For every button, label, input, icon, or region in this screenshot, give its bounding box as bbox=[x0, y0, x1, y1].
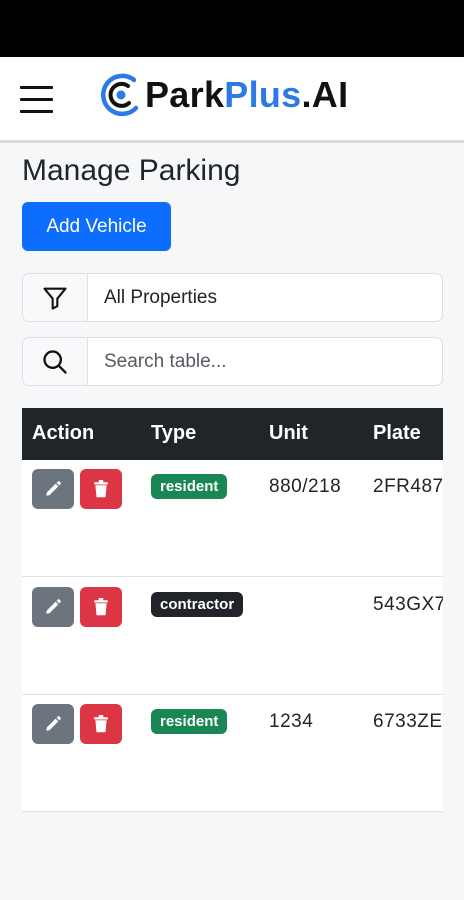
table-row: resident 1234 6733ZE bbox=[22, 695, 443, 812]
type-badge: resident bbox=[151, 474, 228, 499]
pencil-icon bbox=[46, 716, 61, 731]
plate-cell: 2FR487 bbox=[373, 476, 443, 497]
unit-cell: 1234 bbox=[269, 711, 314, 732]
brand-logo[interactable]: ParkPlus.AI bbox=[100, 70, 348, 120]
delete-button[interactable] bbox=[80, 704, 122, 744]
edit-button[interactable] bbox=[32, 704, 74, 744]
add-vehicle-button[interactable]: Add Vehicle bbox=[22, 202, 171, 251]
property-filter[interactable]: All Properties bbox=[22, 273, 443, 322]
type-badge: contractor bbox=[151, 592, 244, 617]
plate-cell: 543GX7 bbox=[373, 594, 443, 615]
status-bar bbox=[0, 0, 464, 57]
search-icon bbox=[23, 338, 88, 385]
brand-plus: Plus bbox=[224, 74, 302, 115]
delete-button[interactable] bbox=[80, 587, 122, 627]
trash-icon bbox=[94, 480, 108, 498]
unit-cell: 880/218 bbox=[269, 476, 342, 497]
pencil-icon bbox=[46, 481, 61, 496]
filter-funnel-icon bbox=[23, 274, 88, 321]
brand-park: Park bbox=[145, 74, 225, 115]
column-header-action[interactable]: Action bbox=[32, 422, 94, 445]
trash-icon bbox=[94, 715, 108, 733]
table-header: Action Type Unit Plate bbox=[22, 408, 443, 460]
hamburger-menu-icon[interactable] bbox=[20, 84, 53, 115]
column-header-unit[interactable]: Unit bbox=[269, 422, 308, 445]
plate-cell: 6733ZE bbox=[373, 711, 443, 732]
edit-button[interactable] bbox=[32, 587, 74, 627]
search-input[interactable] bbox=[88, 338, 442, 385]
type-badge: resident bbox=[151, 709, 228, 734]
brand-ai: .AI bbox=[301, 74, 349, 115]
edit-button[interactable] bbox=[32, 469, 74, 509]
table-row: contractor 543GX7 bbox=[22, 578, 443, 695]
brand-name: ParkPlus.AI bbox=[145, 74, 348, 116]
vehicles-table: Action Type Unit Plate resident 880/218 … bbox=[22, 408, 443, 812]
column-header-type[interactable]: Type bbox=[151, 422, 196, 445]
page-title: Manage Parking bbox=[22, 154, 241, 187]
table-row: resident 880/218 2FR487 bbox=[22, 460, 443, 577]
delete-button[interactable] bbox=[80, 469, 122, 509]
trash-icon bbox=[94, 598, 108, 616]
pencil-icon bbox=[46, 599, 61, 614]
navbar: ParkPlus.AI bbox=[0, 57, 464, 143]
search-group bbox=[22, 337, 443, 386]
column-header-plate[interactable]: Plate bbox=[373, 422, 421, 445]
parking-target-icon bbox=[100, 73, 139, 117]
property-filter-select[interactable]: All Properties bbox=[88, 274, 442, 321]
